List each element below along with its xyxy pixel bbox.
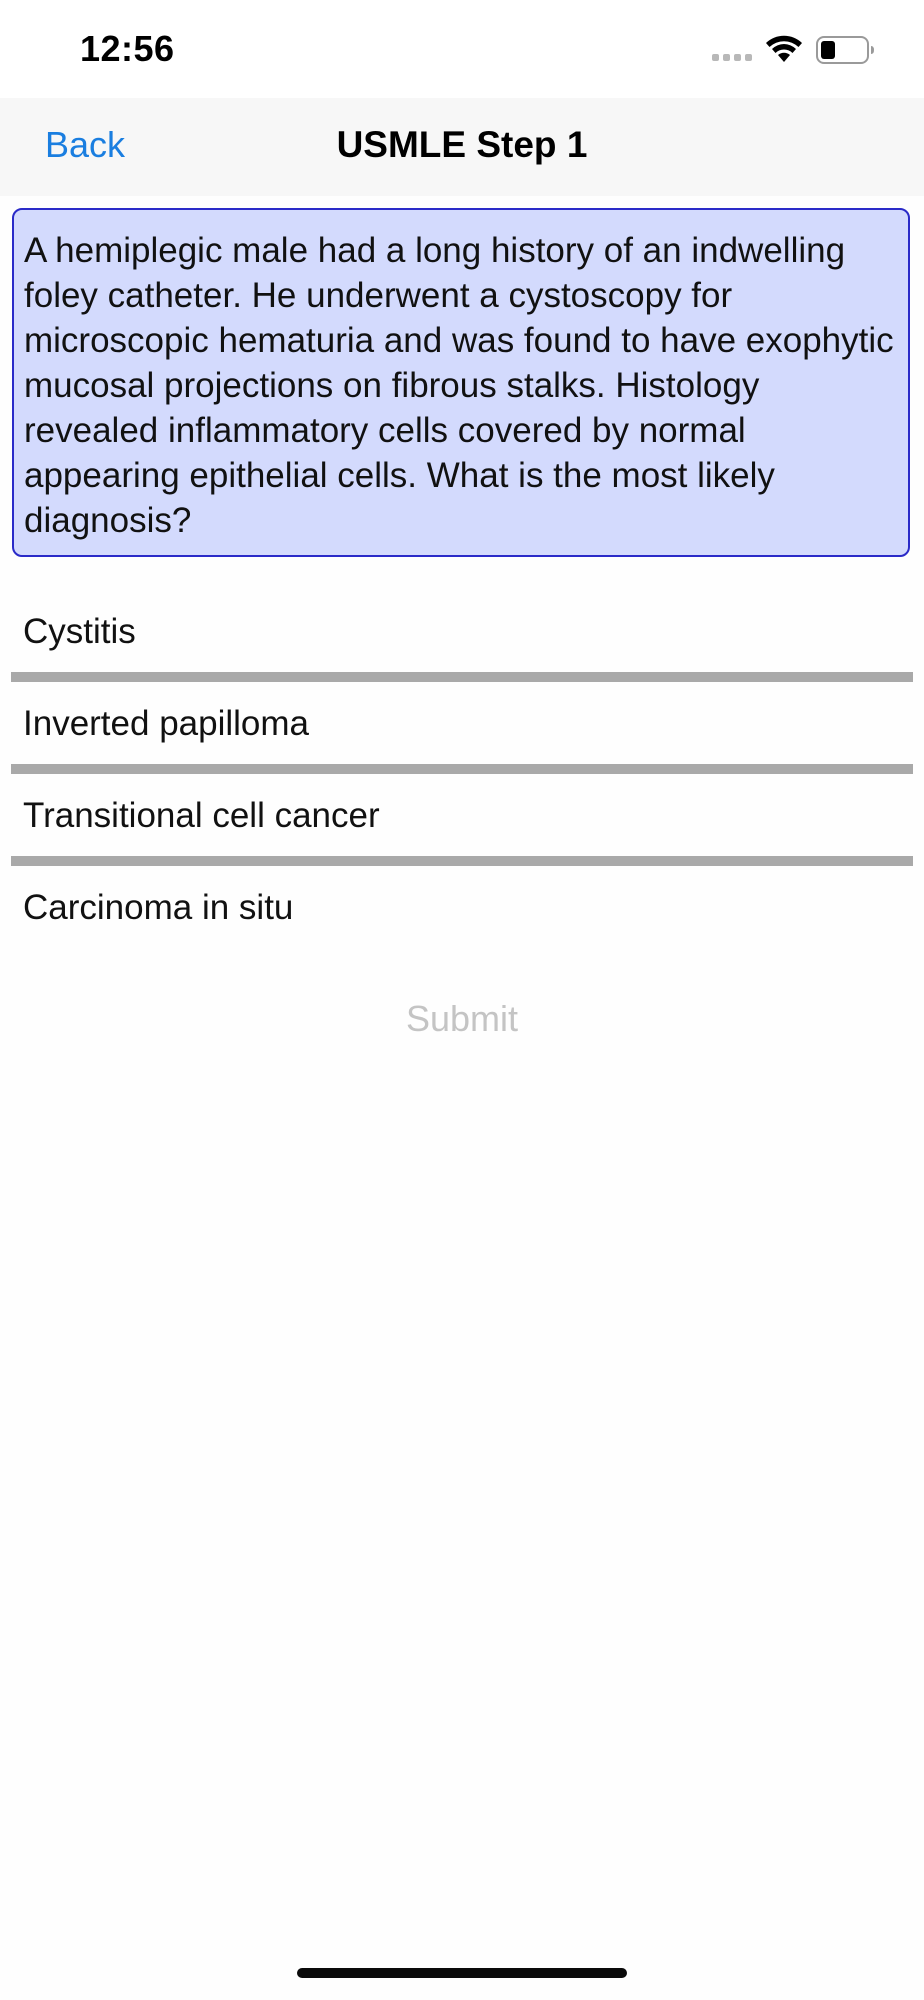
navigation-bar: USMLE Step 1 Back	[0, 98, 924, 196]
divider	[11, 672, 913, 682]
answer-label: Cystitis	[23, 612, 136, 651]
back-button[interactable]: Back	[45, 124, 125, 166]
divider	[11, 856, 913, 866]
answer-option[interactable]: Carcinoma in situ	[0, 866, 924, 958]
page-title: USMLE Step 1	[336, 124, 588, 165]
answer-option[interactable]: Cystitis	[0, 590, 924, 682]
answer-label: Inverted papilloma	[23, 704, 309, 743]
answer-label: Carcinoma in situ	[23, 888, 294, 927]
home-indicator	[297, 1968, 627, 1978]
answer-option[interactable]: Transitional cell cancer	[0, 774, 924, 866]
answer-option[interactable]: Inverted papilloma	[0, 682, 924, 774]
battery-icon	[816, 36, 874, 64]
divider	[11, 764, 913, 774]
question-box: A hemiplegic male had a long history of …	[12, 208, 910, 557]
question-text: A hemiplegic male had a long history of …	[24, 231, 894, 540]
status-time: 12:56	[80, 28, 175, 69]
signal-dots-icon	[712, 54, 752, 61]
status-bar: 12:56	[0, 0, 924, 98]
submit-button[interactable]: Submit	[0, 998, 924, 1040]
answer-label: Transitional cell cancer	[23, 796, 380, 835]
answer-list: Cystitis Inverted papilloma Transitional…	[0, 590, 924, 958]
wifi-icon	[766, 35, 802, 62]
